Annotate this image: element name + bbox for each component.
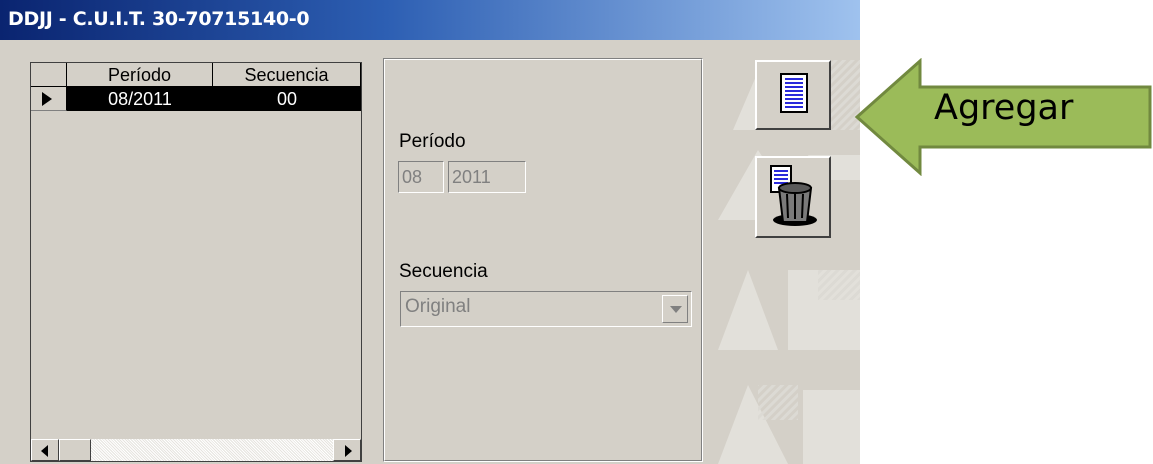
periodo-year-field[interactable]: 2011 bbox=[448, 161, 526, 193]
column-header-periodo[interactable]: Período bbox=[67, 63, 213, 87]
horizontal-scrollbar[interactable] bbox=[31, 439, 361, 461]
title-bar: DDJJ - C.U.I.T. 30-70715140-0 bbox=[0, 0, 860, 40]
callout-label: Agregar bbox=[934, 88, 1074, 128]
column-header-secuencia[interactable]: Secuencia bbox=[213, 63, 361, 87]
grid-header-indicator bbox=[31, 63, 67, 87]
periodo-label: Período bbox=[399, 131, 466, 152]
scroll-right-button[interactable] bbox=[333, 439, 361, 461]
row-indicator bbox=[31, 87, 67, 111]
periodo-month-field[interactable]: 08 bbox=[398, 161, 444, 193]
delete-button[interactable] bbox=[755, 156, 831, 238]
detail-panel: Período 08 2011 Secuencia Original bbox=[383, 58, 703, 462]
agregar-callout: Agregar bbox=[854, 57, 1153, 177]
add-button[interactable] bbox=[755, 60, 831, 130]
scroll-thumb[interactable] bbox=[59, 439, 91, 461]
scroll-track[interactable] bbox=[91, 439, 333, 461]
document-list-icon bbox=[780, 73, 808, 113]
table-row[interactable]: 08/2011 00 bbox=[31, 87, 361, 111]
trash-document-icon bbox=[770, 165, 817, 226]
cell-periodo[interactable]: 08/2011 bbox=[67, 87, 213, 111]
grid-header: Período Secuencia bbox=[31, 63, 361, 87]
window-title: DDJJ - C.U.I.T. 30-70715140-0 bbox=[8, 8, 310, 30]
arrow-right-icon bbox=[345, 445, 352, 457]
ddjj-grid[interactable]: Período Secuencia 08/2011 00 bbox=[30, 62, 362, 462]
current-row-arrow-icon bbox=[42, 92, 52, 106]
secuencia-dropdown-button[interactable] bbox=[662, 295, 688, 323]
secuencia-select[interactable]: Original bbox=[400, 291, 692, 327]
scroll-left-button[interactable] bbox=[31, 439, 59, 461]
secuencia-value: Original bbox=[405, 296, 471, 317]
arrow-left-icon bbox=[41, 445, 48, 457]
cell-secuencia[interactable]: 00 bbox=[213, 87, 361, 111]
chevron-down-icon bbox=[670, 306, 682, 313]
secuencia-label: Secuencia bbox=[399, 261, 488, 282]
